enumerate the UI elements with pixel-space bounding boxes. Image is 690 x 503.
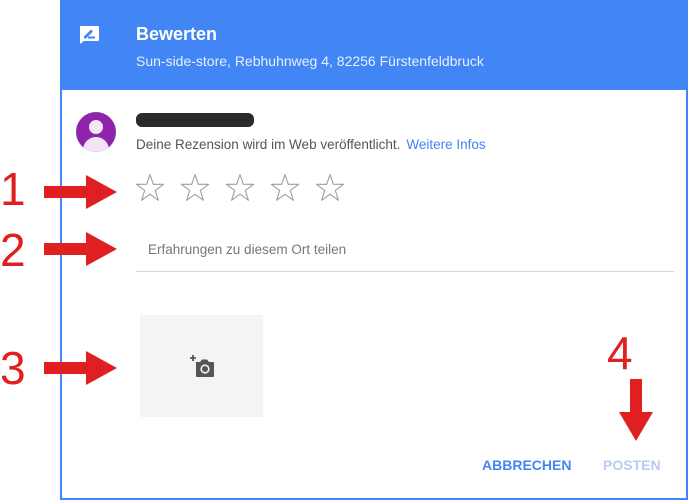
- post-button[interactable]: POSTEN: [603, 457, 661, 473]
- annotation-number-3: 3: [0, 342, 26, 394]
- rate-review-icon: [80, 26, 99, 44]
- annotation-number-2: 2: [0, 224, 26, 276]
- annotation-arrow-4-icon: [619, 379, 653, 441]
- dialog-title: Bewerten: [136, 24, 218, 44]
- star-1-icon[interactable]: [134, 172, 166, 204]
- place-address: Sun-side-store, Rebhuhnweg 4, 82256 Fürs…: [136, 53, 484, 69]
- review-dialog: Bewerten Sun-side-store, Rebhuhnweg 4, 8…: [60, 0, 688, 500]
- add-photo-button[interactable]: [140, 315, 263, 417]
- publish-notice: Deine Rezension wird im Web veröffentlic…: [136, 137, 486, 152]
- redacted-user-name: [136, 113, 254, 127]
- annotation-number-4: 4: [607, 327, 633, 379]
- star-5-icon[interactable]: [314, 172, 346, 204]
- cancel-button[interactable]: ABBRECHEN: [482, 457, 571, 473]
- star-3-icon[interactable]: [224, 172, 256, 204]
- annotation-arrow-2-icon: [44, 232, 117, 266]
- annotation-arrow-1-icon: [44, 175, 117, 209]
- star-rating: [134, 172, 346, 204]
- add-photo-camera-icon: [190, 355, 214, 377]
- dialog-header: Bewerten Sun-side-store, Rebhuhnweg 4, 8…: [62, 0, 686, 90]
- publish-notice-text: Deine Rezension wird im Web veröffentlic…: [136, 137, 401, 152]
- review-text-input[interactable]: [136, 228, 674, 272]
- avatar: [76, 112, 116, 152]
- star-2-icon[interactable]: [179, 172, 211, 204]
- more-info-link[interactable]: Weitere Infos: [406, 137, 485, 152]
- star-4-icon[interactable]: [269, 172, 301, 204]
- annotation-arrow-3-icon: [44, 351, 117, 385]
- annotation-number-1: 1: [0, 163, 26, 215]
